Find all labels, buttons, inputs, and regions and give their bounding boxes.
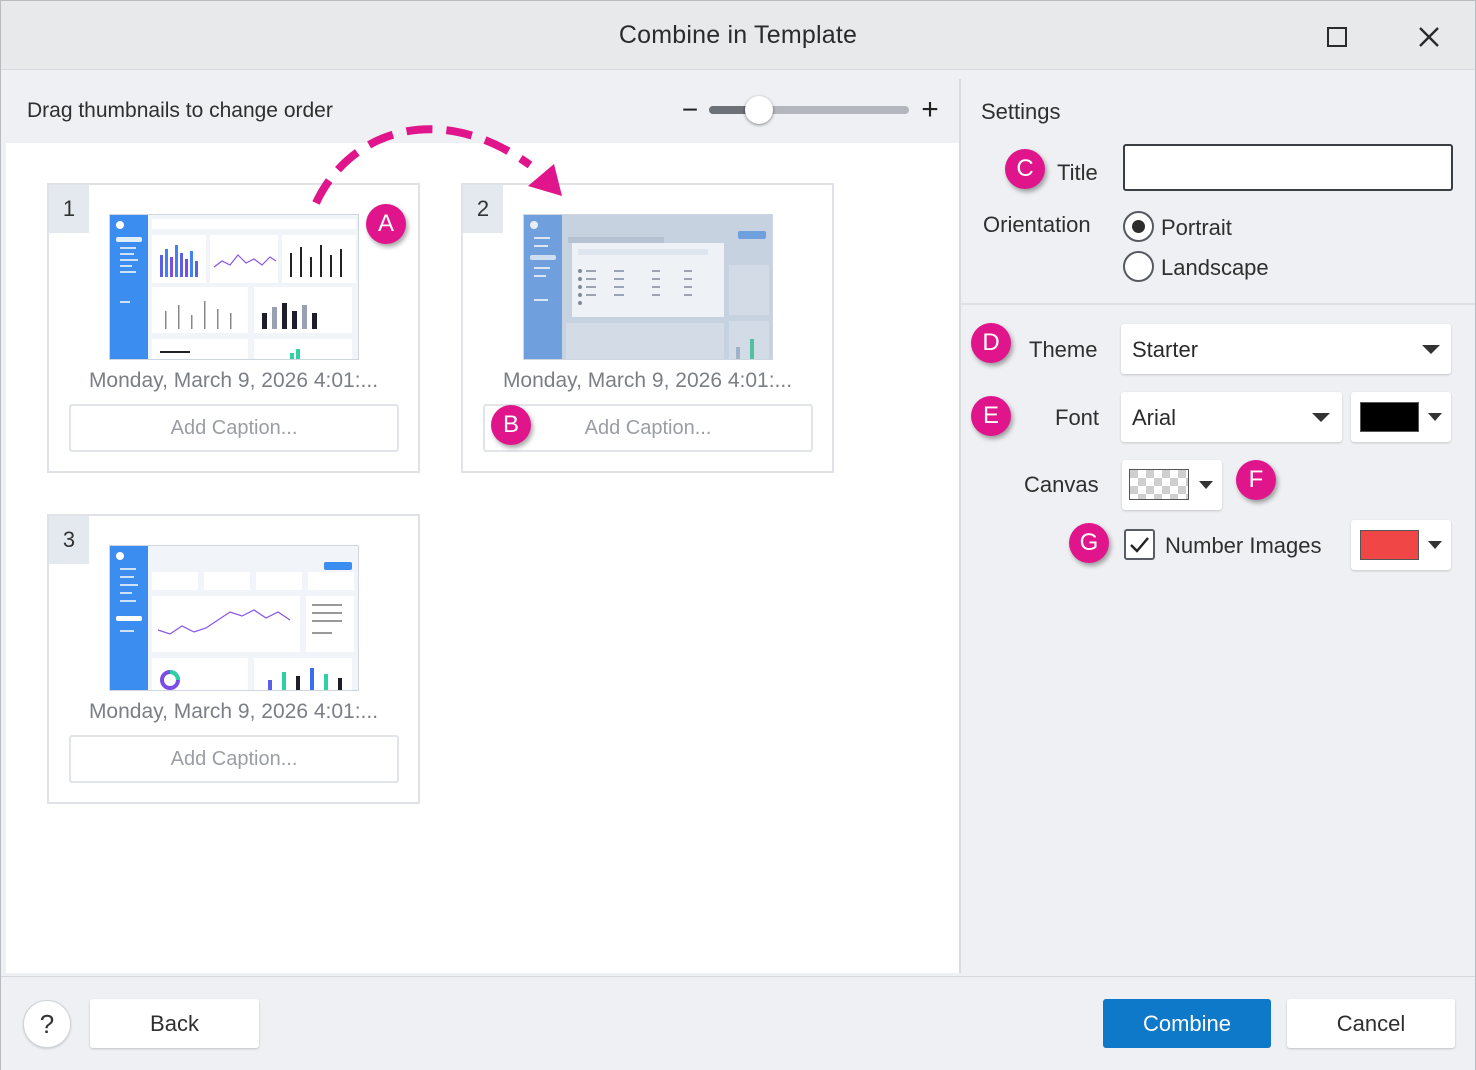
title-bar: Combine in Template xyxy=(1,1,1475,70)
help-button[interactable]: ? xyxy=(23,1000,71,1048)
portrait-radio[interactable] xyxy=(1123,211,1154,242)
landscape-radio[interactable] xyxy=(1123,251,1154,282)
landscape-label[interactable]: Landscape xyxy=(1161,255,1269,281)
number-images-label[interactable]: Number Images xyxy=(1165,533,1322,559)
font-dropdown[interactable]: Arial xyxy=(1121,392,1342,442)
orientation-label: Orientation xyxy=(983,212,1091,237)
callout-marker-e: E xyxy=(971,396,1011,436)
drag-hint-text: Drag thumbnails to change order xyxy=(27,99,333,122)
close-button[interactable] xyxy=(1407,15,1451,59)
zoom-out-button[interactable]: − xyxy=(678,96,702,124)
thumbnail-date: Monday, March 9, 2026 4:01:... xyxy=(502,369,793,392)
settings-heading: Settings xyxy=(981,99,1061,124)
theme-value: Starter xyxy=(1132,337,1199,362)
caption-input[interactable]: Add Caption... xyxy=(69,404,399,452)
thumbnail-image[interactable] xyxy=(523,214,773,360)
thumbnail-area: 1 Monday, March 9, 2026 4:01:... Add Cap… xyxy=(6,143,959,973)
theme-label: Theme xyxy=(1029,337,1098,362)
number-color-picker[interactable] xyxy=(1351,520,1451,570)
number-color-swatch xyxy=(1360,530,1419,560)
window-title: Combine in Template xyxy=(618,21,858,49)
combine-button[interactable]: Combine xyxy=(1103,999,1271,1048)
thumbnail-number: 1 xyxy=(49,185,89,233)
checkmark-icon xyxy=(1130,537,1149,553)
combine-template-dialog: Combine in Template Drag thumbnails to c… xyxy=(0,0,1476,1070)
maximize-button[interactable] xyxy=(1315,15,1359,59)
radio-selected-dot xyxy=(1132,220,1145,233)
thumbnail-number: 3 xyxy=(49,516,89,564)
canvas-label: Canvas xyxy=(1024,472,1099,497)
chevron-down-icon xyxy=(1428,413,1442,421)
dialog-footer: ? Back Combine Cancel xyxy=(1,976,1475,1070)
thumbnail-number: 2 xyxy=(463,185,503,233)
zoom-in-button[interactable]: + xyxy=(916,95,944,125)
zoom-slider-thumb[interactable] xyxy=(745,96,773,124)
chevron-down-icon xyxy=(1312,413,1330,422)
callout-marker-g: G xyxy=(1069,523,1109,563)
number-images-checkbox[interactable] xyxy=(1124,529,1155,560)
portrait-label[interactable]: Portrait xyxy=(1161,215,1232,241)
caption-input[interactable]: Add Caption... xyxy=(69,735,399,783)
cancel-button[interactable]: Cancel xyxy=(1287,999,1455,1048)
thumbnail-card[interactable]: 1 Monday, March 9, 2026 4:01:... Add Cap… xyxy=(47,183,420,473)
caption-input[interactable]: Add Caption... xyxy=(483,404,813,452)
font-color-swatch xyxy=(1360,402,1419,432)
maximize-icon xyxy=(1327,27,1347,47)
font-color-picker[interactable] xyxy=(1351,392,1451,442)
back-button[interactable]: Back xyxy=(90,999,259,1048)
chevron-down-icon xyxy=(1199,481,1213,489)
chevron-down-icon xyxy=(1428,541,1442,549)
settings-divider xyxy=(961,303,1475,305)
callout-marker-c: C xyxy=(1005,149,1045,189)
font-value: Arial xyxy=(1132,405,1177,430)
thumbnail-toolbar: Drag thumbnails to change order − + xyxy=(6,79,959,143)
callout-marker-d: D xyxy=(971,323,1011,363)
thumbnail-date: Monday, March 9, 2026 4:01:... xyxy=(88,369,379,392)
title-input[interactable] xyxy=(1123,144,1453,191)
font-label: Font xyxy=(1055,405,1100,430)
close-icon xyxy=(1419,27,1439,47)
callout-marker-f: F xyxy=(1236,460,1276,500)
zoom-slider-track[interactable] xyxy=(709,106,909,114)
thumbnail-card[interactable]: 3 Monday, March 9, 2026 4:01:... Add Cap… xyxy=(47,514,420,804)
thumbnail-image[interactable] xyxy=(109,545,359,691)
thumbnail-date: Monday, March 9, 2026 4:01:... xyxy=(88,700,379,723)
settings-panel: Settings Title Orientation Portrait Land… xyxy=(959,79,1475,973)
thumbnail-image[interactable] xyxy=(109,214,359,360)
title-label: Title xyxy=(1057,160,1098,185)
theme-dropdown[interactable]: Starter xyxy=(1121,324,1451,374)
callout-marker-b: B xyxy=(491,405,531,445)
transparent-swatch-icon xyxy=(1129,469,1189,500)
canvas-color-picker[interactable] xyxy=(1122,460,1222,510)
callout-marker-a: A xyxy=(366,204,406,244)
chevron-down-icon xyxy=(1422,345,1440,354)
